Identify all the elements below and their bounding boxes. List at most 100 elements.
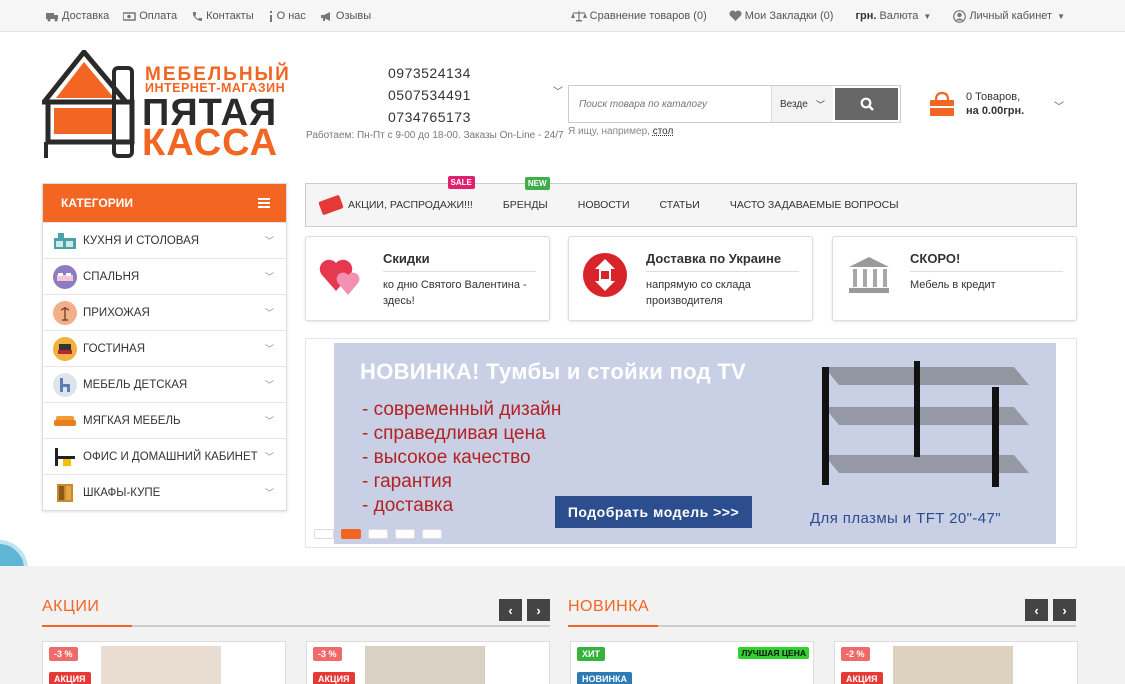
chevron-down-icon: ﹀ bbox=[264, 272, 274, 282]
category-item-bedroom[interactable]: СПАЛЬНЯ ﹀ bbox=[43, 258, 286, 294]
caret-down-icon: ▼ bbox=[1057, 11, 1065, 21]
phone-number[interactable]: 0734765173 bbox=[388, 106, 471, 128]
info-text: ко дню Святого Валентина - здесь! bbox=[383, 279, 527, 307]
slider-dots bbox=[314, 529, 442, 539]
info-box-credit[interactable]: СКОРО! Мебель в кредит bbox=[832, 236, 1077, 321]
category-item-kitchen[interactable]: КУХНЯ И СТОЛОВАЯ ﹀ bbox=[43, 222, 286, 258]
banner-slide[interactable]: НОВИНКА! Тумбы и стойки под TV - совреме… bbox=[334, 343, 1056, 544]
menu-item-sale[interactable]: АКЦИИ, РАСПРОДАЖИ!!! SALE bbox=[318, 176, 475, 216]
category-label: ОФИС И ДОМАШНИЙ КАБИНЕТ bbox=[83, 450, 258, 463]
chevron-down-icon: ﹀ bbox=[264, 416, 274, 426]
slider-dot[interactable] bbox=[422, 529, 442, 539]
phones-chevron-icon[interactable]: ﹀ bbox=[553, 83, 563, 98]
wishlist-link[interactable]: Мои Закладки (0) bbox=[729, 10, 833, 22]
info-box-discounts[interactable]: Скидки ко дню Святого Валентина - здесь! bbox=[305, 236, 550, 321]
next-arrow-button[interactable]: › bbox=[1053, 599, 1076, 621]
banner-bullets: - современный дизайн - справедливая цена… bbox=[362, 398, 561, 518]
info-title: Скидки bbox=[383, 251, 536, 272]
payment-label: Оплата bbox=[139, 10, 178, 22]
section-divider bbox=[42, 625, 550, 627]
currency-dropdown[interactable]: грн. Валюта ▼ bbox=[855, 10, 931, 22]
discount-badge: -3 % bbox=[313, 647, 342, 661]
chevron-down-icon: ﹀ bbox=[264, 452, 274, 462]
account-dropdown[interactable]: Личный кабинет ▼ bbox=[953, 9, 1065, 23]
next-arrow-button[interactable]: › bbox=[527, 599, 550, 621]
new-badge: НОВИНКА bbox=[577, 672, 632, 684]
reviews-link[interactable]: Озывы bbox=[320, 10, 371, 22]
promo-badge: АКЦИЯ bbox=[49, 672, 91, 684]
logo-house-icon bbox=[42, 50, 135, 158]
category-item-office[interactable]: ОФИС И ДОМАШНИЙ КАБИНЕТ ﹀ bbox=[43, 438, 286, 474]
category-item-hallway[interactable]: ПРИХОЖАЯ ﹀ bbox=[43, 294, 286, 330]
menu-item-faq[interactable]: ЧАСТО ЗАДАВАЕМЫЕ ВОПРОСЫ bbox=[730, 199, 899, 211]
top-links: Доставка Оплата Контакты О нас Озывы bbox=[46, 0, 371, 32]
product-card[interactable]: ХИТ НОВИНКА ЛУЧШАЯ ЦЕНА bbox=[570, 641, 814, 684]
slider-dot[interactable] bbox=[395, 529, 415, 539]
product-card[interactable]: -2 % АКЦИЯ bbox=[834, 641, 1078, 684]
category-label: МЕБЕЛЬ ДЕТСКАЯ bbox=[83, 378, 188, 391]
info-text: напрямую со склада производителя bbox=[646, 279, 751, 307]
menu-item-news[interactable]: НОВОСТИ bbox=[578, 199, 630, 211]
categories-header[interactable]: КАТЕГОРИИ bbox=[43, 184, 286, 222]
menu-item-brands[interactable]: БРЕНДЫ NEW bbox=[503, 177, 550, 211]
cart-total: на 0.00грн. bbox=[966, 105, 1025, 117]
money-icon bbox=[123, 11, 136, 21]
info-box-delivery[interactable]: Доставка по Украине напрямую со склада п… bbox=[568, 236, 813, 321]
phone-number[interactable]: 0507534491 bbox=[388, 84, 471, 106]
compare-link[interactable]: Сравнение товаров (0) bbox=[570, 10, 707, 22]
banner-slider: НОВИНКА! Тумбы и стойки под TV - совреме… bbox=[305, 338, 1077, 548]
prev-arrow-button[interactable]: ‹ bbox=[1025, 599, 1048, 621]
cart-chevron-icon[interactable]: ﹀ bbox=[1054, 98, 1064, 113]
category-item-wardrobes[interactable]: ШКАФЫ-КУПЕ ﹀ bbox=[43, 474, 286, 510]
slider-dot-active[interactable] bbox=[341, 529, 361, 539]
slider-dot[interactable] bbox=[314, 529, 334, 539]
banner-bullet: - современный дизайн bbox=[362, 399, 562, 420]
product-image bbox=[365, 646, 485, 684]
product-image bbox=[101, 646, 221, 684]
category-item-upholstered[interactable]: МЯГКАЯ МЕБЕЛЬ ﹀ bbox=[43, 402, 286, 438]
menu-sale-label: АКЦИИ, РАСПРОДАЖИ!!! bbox=[348, 199, 473, 211]
site-logo[interactable]: МЕБЕЛЬНЫЙ ИНТЕРНЕТ-МАГАЗИН ПЯТАЯ КАССА bbox=[42, 50, 290, 164]
payment-link[interactable]: Оплата bbox=[123, 10, 177, 22]
category-item-kids[interactable]: МЕБЕЛЬ ДЕТСКАЯ ﹀ bbox=[43, 366, 286, 402]
category-item-living-room[interactable]: ГОСТИНАЯ ﹀ bbox=[43, 330, 286, 366]
search-button[interactable] bbox=[835, 88, 898, 120]
sale-badge: SALE bbox=[447, 176, 475, 189]
discount-badge: -3 % bbox=[49, 647, 78, 661]
about-link[interactable]: О нас bbox=[268, 10, 306, 22]
cart-widget[interactable]: 0 Товаров, на 0.00грн. bbox=[928, 90, 1024, 118]
banner-bullet: - высокое качество bbox=[362, 447, 531, 468]
best-price-badge: ЛУЧШАЯ ЦЕНА bbox=[738, 647, 809, 659]
category-label: ШКАФЫ-КУПЕ bbox=[83, 486, 161, 499]
prev-arrow-button[interactable]: ‹ bbox=[499, 599, 522, 621]
contacts-link[interactable]: Контакты bbox=[191, 10, 254, 22]
logo-line-4: КАССА bbox=[142, 122, 279, 164]
new-badge: NEW bbox=[524, 177, 550, 190]
chevron-down-icon: ﹀ bbox=[264, 380, 274, 390]
delivery-link[interactable]: Доставка bbox=[46, 10, 109, 22]
menu-item-articles[interactable]: СТАТЬИ bbox=[660, 199, 700, 211]
bed-icon bbox=[53, 264, 77, 289]
banner-bullet: - гарантия bbox=[362, 471, 452, 492]
section-divider-accent bbox=[42, 625, 132, 627]
product-card[interactable]: -3 % АКЦИЯ bbox=[306, 641, 550, 684]
chevron-down-icon: ﹀ bbox=[264, 308, 274, 318]
slider-dot[interactable] bbox=[368, 529, 388, 539]
wardrobe-icon bbox=[53, 481, 77, 505]
search-icon bbox=[860, 97, 874, 111]
main-menu: АКЦИИ, РАСПРОДАЖИ!!! SALE БРЕНДЫ NEW НОВ… bbox=[305, 176, 1077, 227]
banner-cta-button[interactable]: Подобрать модель >>> bbox=[555, 496, 752, 528]
banner-bullet: - справедливая цена bbox=[362, 423, 546, 444]
search-input[interactable] bbox=[569, 86, 771, 122]
truck-icon bbox=[46, 12, 58, 21]
hanger-icon bbox=[53, 300, 77, 325]
shopping-bag-icon bbox=[930, 91, 954, 116]
search-example-link[interactable]: стол bbox=[653, 126, 674, 137]
account-label: Личный кабинет bbox=[969, 10, 1053, 22]
categories-title: КАТЕГОРИИ bbox=[61, 196, 133, 210]
phone-number[interactable]: 0973524134 bbox=[388, 62, 471, 84]
info-text: Мебель в кредит bbox=[910, 279, 996, 291]
product-card[interactable]: -3 % АКЦИЯ bbox=[42, 641, 286, 684]
phone-list: 0973524134 0507534491 0734765173 bbox=[388, 62, 471, 128]
search-scope-select[interactable]: Везде ﹀ bbox=[771, 86, 833, 122]
